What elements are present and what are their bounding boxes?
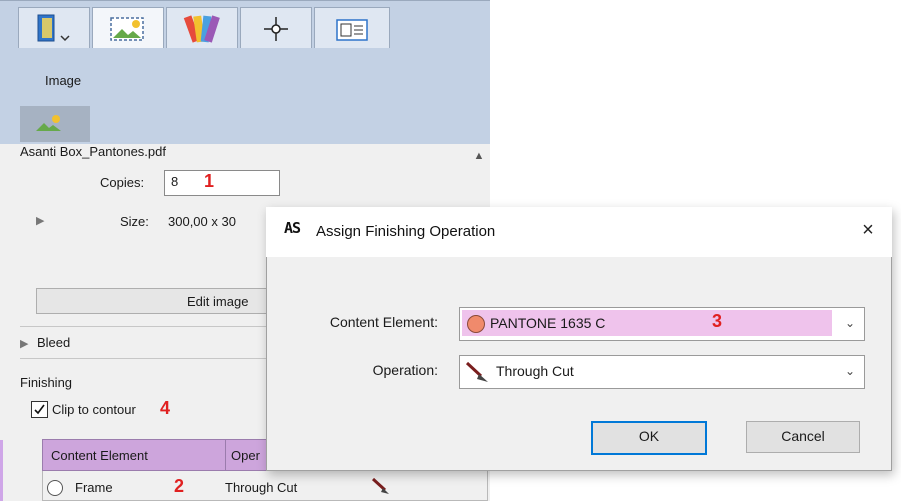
selection-bracket (0, 440, 8, 501)
operation-select[interactable]: Through Cut ⌄ (459, 355, 865, 389)
clip-to-contour-label[interactable]: Clip to contour (52, 402, 136, 417)
image-icon (110, 17, 144, 41)
content-element-value: PANTONE 1635 C (490, 315, 606, 331)
knife-cut-icon (371, 477, 389, 494)
annotation-marker-3: 3 (712, 311, 723, 331)
checkmark-icon (34, 404, 45, 415)
image-icon (36, 115, 61, 131)
tab-image[interactable] (92, 7, 164, 48)
cancel-button[interactable]: Cancel (746, 421, 860, 453)
frame-layout-icon (336, 19, 368, 41)
color-swatch-icon (467, 315, 485, 333)
table-row[interactable]: Frame Through Cut (42, 471, 488, 501)
tab-page-layout[interactable] (18, 7, 90, 48)
size-value: 300,00 x 30 (168, 214, 236, 229)
app-logo-icon: AS (284, 219, 301, 237)
knife-cut-icon (465, 361, 488, 382)
content-element-label: Content Element: (329, 314, 438, 330)
content-element-select[interactable]: PANTONE 1635 C ⌄ (459, 307, 865, 341)
chevron-down-icon[interactable]: ⌄ (836, 356, 864, 386)
crosshair-icon (264, 17, 288, 41)
ok-button[interactable]: OK (591, 421, 707, 455)
operation-value: Through Cut (496, 363, 574, 379)
annotation-marker-1: 1 (204, 171, 215, 191)
dialog-title: Assign Finishing Operation (316, 223, 496, 240)
annotation-marker-2: 2 (174, 476, 185, 496)
page-layout-icon (37, 14, 70, 42)
image-thumbnail-button[interactable] (20, 106, 90, 142)
copies-input[interactable]: 8 (164, 170, 280, 196)
row-content-element: Frame (75, 480, 113, 495)
size-label: Size: (120, 214, 149, 229)
chevron-down-icon[interactable]: ⌄ (836, 308, 864, 338)
edit-image-label: Edit image (187, 294, 249, 309)
clip-to-contour-checkbox[interactable] (31, 401, 48, 418)
bleed-expand-icon[interactable]: ▶ (20, 337, 28, 350)
tab-frame[interactable] (314, 7, 390, 48)
annotation-marker-4: 4 (160, 398, 171, 418)
color-swatches-icon (183, 15, 220, 43)
expand-arrow-icon[interactable]: ▶ (36, 214, 44, 227)
copies-label: Copies: (100, 175, 145, 190)
column-header-operation[interactable]: Oper (231, 448, 260, 463)
panel-tab-bar (0, 0, 490, 48)
close-icon[interactable]: × (856, 218, 880, 242)
tab-color[interactable] (166, 7, 238, 48)
frame-radio-button[interactable] (47, 480, 63, 496)
scroll-up-icon[interactable]: ▲ (472, 150, 486, 164)
bleed-label[interactable]: Bleed (37, 335, 70, 350)
column-header-content-element[interactable]: Content Element (51, 448, 148, 463)
finishing-heading: Finishing (20, 375, 73, 390)
column-divider (225, 440, 226, 472)
row-operation: Through Cut (225, 480, 298, 495)
file-name: Asanti Box_Pantones.pdf (20, 144, 166, 159)
tab-position[interactable] (240, 7, 312, 48)
operation-label: Operation: (372, 362, 438, 378)
image-section-title: Image (45, 73, 82, 88)
